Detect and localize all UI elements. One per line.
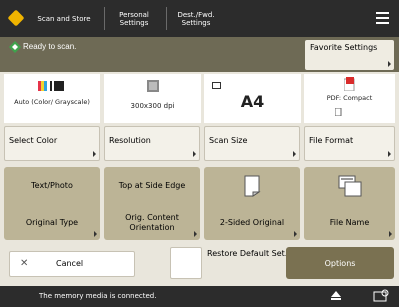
select-color-label: Select Color xyxy=(9,136,58,145)
orientation-value: Top at Side Edge xyxy=(118,180,186,190)
summary-resolution-value: 300x300 dpi xyxy=(130,102,175,110)
tab-separator xyxy=(166,7,167,30)
tab-separator xyxy=(104,7,105,30)
two-sided-icon xyxy=(244,175,261,197)
scan-size-button[interactable]: Scan Size xyxy=(204,126,300,161)
select-color-button[interactable]: Select Color xyxy=(4,126,100,161)
eject-icon[interactable] xyxy=(331,291,341,301)
footer-message: The memory media is connected. xyxy=(39,292,157,300)
favorite-settings-button[interactable]: Favorite Settings xyxy=(305,40,394,70)
original-type-value: Text/Photo xyxy=(31,180,73,190)
options-button[interactable]: Options xyxy=(286,247,394,279)
summary-color-value: Auto (Color/ Grayscale) xyxy=(14,98,90,106)
file-name-icon-area xyxy=(304,167,395,204)
cancel-button[interactable]: ✕ Cancel xyxy=(9,251,135,277)
summary-size-value: A4 xyxy=(240,92,265,111)
scan-size-label: Scan Size xyxy=(209,136,248,145)
orig-content-orientation-button[interactable]: Top at Side Edge Orig. Content Orientati… xyxy=(104,167,200,240)
two-sided-original-button[interactable]: 2-Sided Original xyxy=(204,167,300,240)
cancel-label: Cancel xyxy=(56,259,84,268)
footer-bar: The memory media is connected. xyxy=(0,286,399,307)
tab-personal-settings[interactable]: Personal Settings xyxy=(106,0,162,37)
device-status-icon[interactable] xyxy=(373,289,389,303)
top-bar: Scan and Store Personal Settings Dest./F… xyxy=(0,0,399,37)
summary-size: A4 xyxy=(204,74,301,123)
file-format-label: File Format xyxy=(309,136,354,145)
resolution-label: Resolution xyxy=(109,136,151,145)
original-type-label: Original Type xyxy=(4,206,100,240)
paper-orientation-icon xyxy=(212,82,221,89)
tab-scan-and-store[interactable]: Scan and Store xyxy=(28,0,100,37)
two-sided-icon-area xyxy=(204,167,300,204)
hamburger-icon[interactable] xyxy=(376,12,389,24)
original-type-button[interactable]: Text/Photo Original Type xyxy=(4,167,100,240)
tab-dest-fwd-settings[interactable]: Dest./Fwd. Settings xyxy=(168,0,224,37)
summary-format: PDF: Compact xyxy=(304,74,395,123)
ready-icon xyxy=(9,41,21,53)
summary-resolution: 300x300 dpi xyxy=(104,74,201,123)
file-name-icon xyxy=(338,175,361,196)
resolution-icon xyxy=(147,80,159,92)
home-icon[interactable] xyxy=(7,9,25,27)
two-sided-original-label: 2-Sided Original xyxy=(204,206,300,240)
close-icon: ✕ xyxy=(20,258,29,269)
restore-default-label: Restore Default Set. xyxy=(207,249,288,258)
status-text: Ready to scan. xyxy=(23,42,77,51)
color-mode-icon xyxy=(38,81,64,91)
file-small-icon xyxy=(335,108,342,116)
pdf-icon xyxy=(344,77,355,91)
file-format-button[interactable]: File Format xyxy=(304,126,395,161)
file-name-button[interactable]: File Name xyxy=(304,167,395,240)
orientation-label: Orig. Content Orientation xyxy=(104,206,200,240)
summary-color: Auto (Color/ Grayscale) xyxy=(4,74,100,123)
file-name-label: File Name xyxy=(304,206,395,240)
summary-format-value: PDF: Compact xyxy=(326,94,373,102)
resolution-button[interactable]: Resolution xyxy=(104,126,200,161)
restore-default-button[interactable] xyxy=(170,247,202,279)
